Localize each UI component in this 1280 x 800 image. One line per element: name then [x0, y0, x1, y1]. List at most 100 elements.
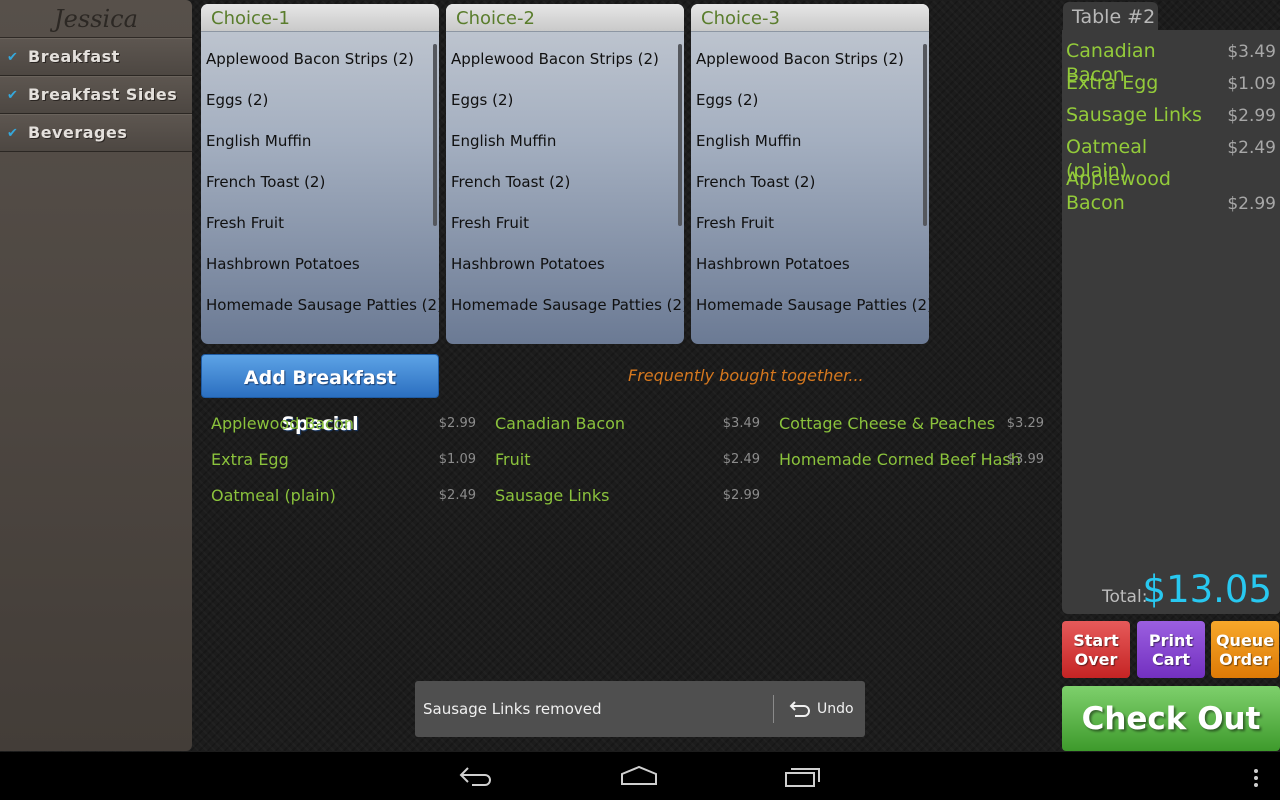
cart-item-name: Extra Egg	[1066, 72, 1159, 94]
suggestion-name: Sausage Links	[495, 486, 610, 505]
choice-item[interactable]: Eggs (2)	[691, 80, 929, 121]
choice-item[interactable]: Homemade Sausage Patties (2)	[691, 285, 929, 326]
choice-panel-1: Choice-1 Applewood Bacon Strips (2) Eggs…	[201, 4, 439, 344]
choice-item[interactable]: Homemade Sausage Patties (2)	[446, 285, 684, 326]
suggestion-name: Homemade Corned Beef Hash	[779, 450, 1021, 469]
suggestion-item[interactable]: Sausage Links $2.99	[495, 484, 760, 508]
cart-item-name: Applewood Bacon	[1066, 168, 1171, 214]
scrollbar[interactable]	[678, 44, 682, 226]
suggestion-name: Cottage Cheese & Peaches	[779, 414, 996, 433]
check-icon: ✔	[7, 88, 18, 103]
suggestion-item[interactable]: Cottage Cheese & Peaches $3.29	[779, 412, 1044, 436]
choice-item[interactable]: Fresh Fruit	[691, 203, 929, 244]
back-icon[interactable]	[458, 762, 496, 790]
category-beverages[interactable]: ✔ Beverages	[0, 114, 192, 152]
suggestion-item[interactable]: Fruit $2.49	[495, 448, 760, 472]
undo-icon	[789, 701, 810, 717]
choice-title: Choice-2	[446, 4, 684, 32]
choice-item[interactable]: Hashbrown Potatoes	[201, 244, 439, 285]
choice-title: Choice-1	[201, 4, 439, 32]
print-cart-button[interactable]: Print Cart	[1137, 621, 1205, 678]
undo-label: Undo	[817, 701, 854, 717]
cart-item[interactable]: Applewood Bacon $2.99	[1066, 167, 1276, 217]
choice-item[interactable]: French Toast (2)	[691, 162, 929, 203]
add-breakfast-special-button[interactable]: Add Breakfast Special	[201, 354, 439, 435]
table-tab[interactable]: Table #2	[1063, 2, 1158, 32]
toast-message: Sausage Links removed	[423, 700, 602, 718]
category-breakfast-sides[interactable]: ✔ Breakfast Sides	[0, 76, 192, 114]
cart-item-price: $2.99	[1227, 194, 1276, 214]
cart-item-price: $3.49	[1227, 42, 1276, 62]
cart-item-price: $2.99	[1227, 106, 1276, 126]
category-breakfast[interactable]: ✔ Breakfast	[0, 38, 192, 76]
scrollbar[interactable]	[923, 44, 927, 226]
suggestion-price: $2.49	[722, 452, 760, 467]
cart-item[interactable]: Sausage Links $2.99	[1066, 103, 1276, 129]
total-value: $13.05	[1142, 568, 1272, 611]
suggestion-name: Applewood Bacon	[211, 414, 354, 433]
button-label-line: Order	[1219, 650, 1271, 669]
suggestion-price: $2.99	[438, 416, 476, 431]
button-label-line: Start	[1073, 631, 1119, 650]
choice-item[interactable]: English Muffin	[691, 121, 929, 162]
toast-divider	[773, 695, 774, 723]
scrollbar[interactable]	[433, 44, 437, 226]
home-icon[interactable]	[620, 762, 658, 790]
choice-item[interactable]: Eggs (2)	[201, 80, 439, 121]
start-over-button[interactable]: Start Over	[1062, 621, 1130, 678]
choice-item[interactable]: Applewood Bacon Strips (2)	[201, 39, 439, 80]
suggestion-price: $2.99	[722, 488, 760, 503]
recent-apps-icon[interactable]	[784, 762, 822, 790]
choice-item[interactable]: Fresh Fruit	[446, 203, 684, 244]
suggestion-price: $3.49	[722, 416, 760, 431]
server-name: Jessica	[0, 0, 192, 38]
check-icon: ✔	[7, 50, 18, 65]
choice-item[interactable]: Homemade Sausage Patties (2)	[201, 285, 439, 326]
pos-app: Jessica ✔ Breakfast ✔ Breakfast Sides ✔ …	[0, 0, 1280, 800]
button-label-line: Over	[1074, 650, 1118, 669]
cart-item-name: Sausage Links	[1066, 104, 1202, 126]
undo-button[interactable]: Undo	[785, 681, 865, 737]
choice-panel-3: Choice-3 Applewood Bacon Strips (2) Eggs…	[691, 4, 929, 344]
overflow-menu-icon[interactable]	[1250, 762, 1262, 790]
cart-item-price: $1.09	[1227, 74, 1276, 94]
suggestion-item[interactable]: Oatmeal (plain) $2.49	[211, 484, 476, 508]
choice-item[interactable]: Hashbrown Potatoes	[446, 244, 684, 285]
button-label-line: Print	[1148, 631, 1194, 650]
total-label: Total:	[1102, 587, 1148, 607]
cart-item[interactable]: Extra Egg $1.09	[1066, 71, 1276, 97]
choice-item[interactable]: Eggs (2)	[446, 80, 684, 121]
button-label-line: Queue	[1215, 631, 1275, 650]
check-out-button[interactable]: Check Out	[1062, 686, 1280, 751]
suggestion-item[interactable]: Extra Egg $1.09	[211, 448, 476, 472]
choice-item[interactable]: French Toast (2)	[446, 162, 684, 203]
suggestion-name: Extra Egg	[211, 450, 289, 469]
choice-item[interactable]: Applewood Bacon Strips (2)	[446, 39, 684, 80]
choice-panel-2: Choice-2 Applewood Bacon Strips (2) Eggs…	[446, 4, 684, 344]
choice-item[interactable]: French Toast (2)	[201, 162, 439, 203]
choice-item[interactable]: Fresh Fruit	[201, 203, 439, 244]
cart-panel: Canadian Bacon $3.49 Extra Egg $1.09 Sau…	[1062, 30, 1280, 614]
cart-item[interactable]: Canadian Bacon $3.49	[1066, 39, 1276, 86]
suggestion-item[interactable]: Canadian Bacon $3.49	[495, 412, 760, 436]
category-label: Beverages	[28, 123, 128, 142]
queue-order-button[interactable]: Queue Order	[1211, 621, 1279, 678]
undo-toast: Sausage Links removed Undo	[415, 681, 865, 737]
choice-title: Choice-3	[691, 4, 929, 32]
suggestion-price: $3.29	[1006, 416, 1044, 431]
suggestion-item[interactable]: Homemade Corned Beef Hash $3.99	[779, 448, 1044, 472]
category-sidebar: Jessica ✔ Breakfast ✔ Breakfast Sides ✔ …	[0, 0, 192, 751]
cart-item-price: $2.49	[1227, 138, 1276, 158]
suggestion-item[interactable]: Applewood Bacon $2.99	[211, 412, 476, 436]
suggestion-price: $2.49	[438, 488, 476, 503]
choice-item[interactable]: Hashbrown Potatoes	[691, 244, 929, 285]
suggestion-name: Fruit	[495, 450, 531, 469]
choice-item[interactable]: English Muffin	[201, 121, 439, 162]
suggestion-name: Oatmeal (plain)	[211, 486, 336, 505]
choice-item[interactable]: Applewood Bacon Strips (2)	[691, 39, 929, 80]
frequently-bought-label: Frequently bought together...	[628, 366, 864, 385]
category-label: Breakfast Sides	[28, 85, 178, 104]
suggestion-price: $1.09	[438, 452, 476, 467]
cart-item[interactable]: Oatmeal (plain) $2.49	[1066, 135, 1276, 182]
choice-item[interactable]: English Muffin	[446, 121, 684, 162]
